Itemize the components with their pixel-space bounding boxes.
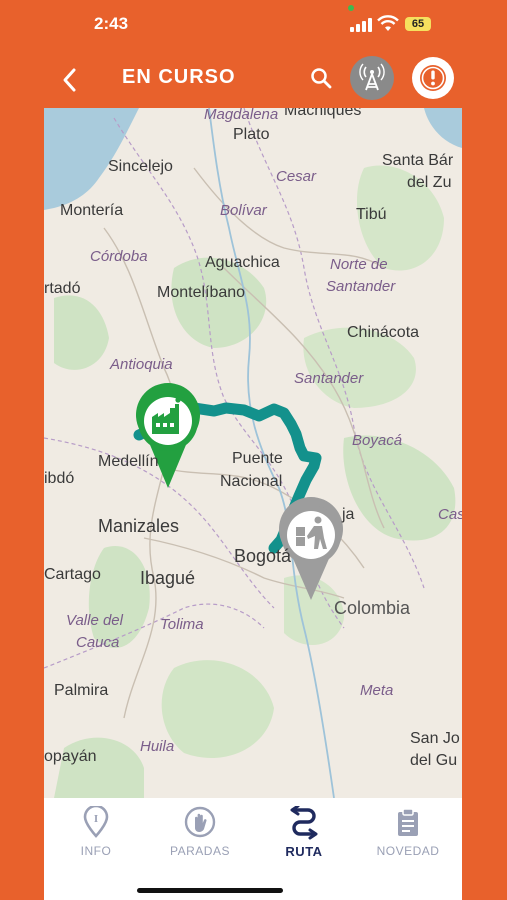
region-label: Córdoba — [90, 248, 148, 265]
city-label: Machiques — [284, 108, 362, 119]
tab-paradas[interactable]: PARADAS — [148, 806, 252, 866]
region-label: Valle del — [66, 612, 123, 629]
region-label: Tolima — [160, 616, 204, 633]
city-label: Santa Bár — [382, 152, 454, 169]
hand-stop-icon — [184, 806, 216, 838]
tab-info[interactable]: I INFO — [44, 806, 148, 866]
clock: 2:43 — [94, 14, 129, 33]
city-label: Montería — [60, 202, 124, 219]
antenna-button[interactable] — [350, 56, 394, 100]
alert-icon — [420, 65, 446, 91]
region-label: Norte de — [330, 256, 388, 273]
privacy-dot — [348, 5, 354, 11]
region-label: Santander — [294, 370, 364, 387]
tab-label: INFO — [80, 844, 112, 858]
city-label: del Zu — [407, 174, 452, 191]
tab-label: PARADAS — [170, 844, 230, 858]
region-label: Santander — [326, 278, 396, 295]
search-icon[interactable] — [309, 66, 333, 90]
region-label: Bolívar — [220, 202, 267, 219]
region-label: Boyacá — [352, 432, 403, 449]
page-title: EN CURSO — [122, 66, 236, 88]
city-label: Bogotá — [234, 546, 292, 566]
info-pin-icon: I — [83, 806, 109, 838]
app-screen: 2:43 65 EN CURSO Plato Machiques Sincele… — [44, 0, 462, 900]
region-label: Magdalena — [204, 108, 279, 123]
city-label: Aguachica — [205, 254, 280, 271]
region-label: Meta — [360, 682, 394, 699]
city-label: del Gu — [410, 752, 458, 769]
country-label: Colombia — [334, 598, 411, 618]
city-label: San Jo — [410, 730, 460, 747]
antenna-icon — [359, 63, 385, 91]
wifi-icon — [377, 15, 399, 31]
tab-ruta[interactable]: RUTA — [252, 806, 356, 866]
city-label: Cartago — [44, 566, 101, 583]
city-label: Manizales — [98, 516, 180, 536]
city-label: Puente — [232, 450, 283, 467]
city-label: ja — [342, 506, 355, 523]
city-label: Sincelejo — [108, 158, 173, 175]
city-label: rtadó — [44, 280, 81, 297]
city-label: Ibagué — [140, 568, 196, 588]
region-label: Cauca — [76, 634, 120, 651]
tab-label: NOVEDAD — [376, 844, 440, 858]
region-label: Antioquia — [110, 356, 173, 373]
tab-novedad[interactable]: NOVEDAD — [356, 806, 460, 866]
city-label: Palmira — [54, 682, 109, 699]
region-label: Cas — [438, 506, 462, 523]
city-label: Montelíbano — [157, 284, 246, 301]
route-icon — [290, 806, 318, 840]
svg-text:I: I — [94, 813, 98, 825]
city-label: opayán — [44, 748, 97, 765]
city-label: Nacional — [220, 473, 283, 490]
city-label: ibdó — [44, 470, 75, 487]
region-label: Huila — [140, 738, 175, 755]
route-map[interactable]: Plato Machiques Sincelejo Santa Bár del … — [44, 108, 462, 798]
tab-label: RUTA — [285, 844, 323, 859]
city-label: Medellín — [98, 453, 159, 470]
city-label: Chinácota — [347, 324, 420, 341]
status-bar: 2:43 65 — [44, 0, 462, 52]
cellular-signal-icon — [350, 18, 372, 32]
home-indicator — [137, 888, 283, 893]
region-label: Cesar — [276, 168, 317, 185]
city-label: Tibú — [356, 206, 387, 223]
bottom-tab-bar: I INFO PARADAS RUTA NOVEDAD — [44, 798, 462, 900]
battery-indicator: 65 — [405, 17, 431, 31]
app-header: EN CURSO — [44, 52, 462, 108]
alert-button[interactable] — [412, 57, 454, 99]
chevron-left-icon[interactable] — [58, 66, 82, 94]
city-label: Plato — [233, 126, 270, 143]
clipboard-icon — [398, 808, 418, 836]
